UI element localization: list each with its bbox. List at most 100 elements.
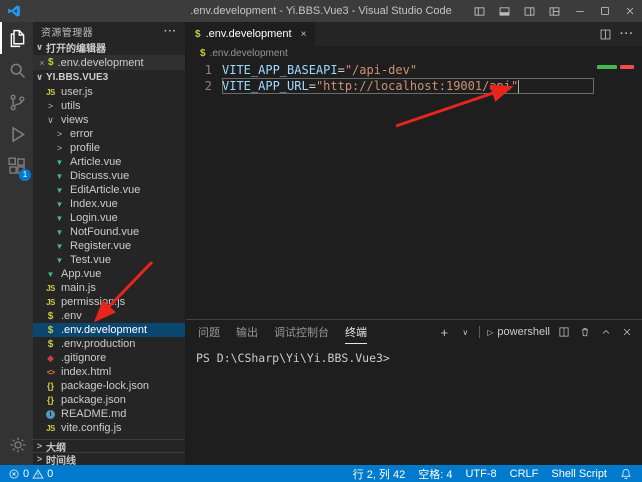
tree-item-label: .env bbox=[61, 310, 82, 322]
tree-item[interactable]: {} package.json bbox=[33, 393, 185, 407]
eol-selector[interactable]: CRLF bbox=[510, 468, 539, 480]
tree-item[interactable]: <> index.html bbox=[33, 365, 185, 379]
vue-icon: ▼ bbox=[56, 214, 64, 223]
split-terminal-icon[interactable] bbox=[557, 326, 571, 338]
open-editor-item[interactable]: × $ .env.development bbox=[33, 55, 185, 70]
tree-item[interactable]: ▼ Register.vue bbox=[33, 239, 185, 253]
tree-item[interactable]: > utils bbox=[33, 99, 185, 113]
code-line: 2 VITE_APP_URL="http://localhost:19001/a… bbox=[186, 78, 642, 94]
settings-gear-icon[interactable] bbox=[0, 429, 33, 461]
tree-item-label: Article.vue bbox=[70, 156, 121, 168]
vue-icon: ▼ bbox=[56, 242, 64, 251]
error-icon bbox=[8, 468, 20, 480]
sidebar-explorer: 资源管理器 ··· ∨ 打开的编辑器 × $ .env.development … bbox=[33, 22, 186, 465]
tree-item-label: Login.vue bbox=[70, 212, 118, 224]
split-editor-icon[interactable] bbox=[599, 28, 612, 41]
tree-item[interactable]: ▼ NotFound.vue bbox=[33, 225, 185, 239]
js-icon: JS bbox=[46, 424, 55, 433]
panel-tab[interactable]: 输出 bbox=[236, 320, 258, 344]
tree-item[interactable]: $ .env bbox=[33, 309, 185, 323]
encoding[interactable]: UTF-8 bbox=[465, 468, 496, 480]
search-icon[interactable] bbox=[0, 54, 33, 86]
run-debug-icon[interactable] bbox=[0, 118, 33, 150]
warning-count: 0 bbox=[47, 468, 53, 480]
sidebar-title: 资源管理器 bbox=[41, 24, 93, 39]
close-icon[interactable]: × bbox=[36, 58, 48, 68]
toggle-panel-icon[interactable] bbox=[492, 0, 517, 22]
env-icon: $ bbox=[195, 29, 201, 40]
chevron-down-icon[interactable]: ∨ bbox=[458, 328, 472, 337]
minimize-icon[interactable] bbox=[567, 0, 592, 22]
maximize-icon[interactable] bbox=[592, 0, 617, 22]
more-actions-icon[interactable]: ··· bbox=[620, 28, 634, 40]
env-icon: $ bbox=[48, 311, 54, 322]
source-control-icon[interactable] bbox=[0, 86, 33, 118]
tree-item[interactable]: JS vite.config.js bbox=[33, 421, 185, 435]
kill-terminal-icon[interactable] bbox=[578, 326, 592, 338]
tree-item[interactable]: $ .env.production bbox=[33, 337, 185, 351]
tree-item[interactable]: JS permission.js bbox=[33, 295, 185, 309]
maximize-panel-icon[interactable] bbox=[599, 326, 613, 338]
env-icon: $ bbox=[48, 325, 54, 336]
terminal-shell-selector[interactable]: ▷ powershell bbox=[487, 326, 550, 338]
tree-item[interactable]: > profile bbox=[33, 141, 185, 155]
language-mode[interactable]: Shell Script bbox=[551, 468, 607, 480]
customize-layout-icon[interactable] bbox=[542, 0, 567, 22]
terminal-shell-label: powershell bbox=[497, 326, 550, 338]
outline-section-header[interactable]: > 大纲 bbox=[33, 439, 185, 452]
tree-item[interactable]: ∨ views bbox=[33, 113, 185, 127]
toggle-secondary-sidebar-icon[interactable] bbox=[517, 0, 542, 22]
close-panel-icon[interactable] bbox=[620, 326, 634, 338]
tree-item[interactable]: $ .env.development bbox=[33, 323, 185, 337]
tree-item[interactable]: ◆ .gitignore bbox=[33, 351, 185, 365]
indentation[interactable]: 空格: 4 bbox=[418, 466, 452, 482]
editor-corner-decoration bbox=[597, 65, 634, 69]
problems-indicator[interactable]: 0 0 bbox=[8, 468, 53, 480]
panel-tab[interactable]: 调试控制台 bbox=[274, 320, 329, 344]
tree-item[interactable]: {} package-lock.json bbox=[33, 379, 185, 393]
panel-tab[interactable]: 问题 bbox=[198, 320, 220, 344]
tree-item[interactable]: JS user.js bbox=[33, 85, 185, 99]
tree-item[interactable]: ▼ App.vue bbox=[33, 267, 185, 281]
tree-item-label: permission.js bbox=[61, 296, 125, 308]
terminal-content[interactable]: PS D:\CSharp\Yi\Yi.BBS.Vue3> bbox=[186, 344, 642, 465]
env-icon: $ bbox=[48, 57, 54, 68]
timeline-label: 时间线 bbox=[46, 452, 76, 466]
tree-item-label: .env.development bbox=[61, 324, 147, 336]
editor-tab[interactable]: $ .env.development × bbox=[186, 22, 316, 46]
new-terminal-icon[interactable]: + bbox=[437, 325, 451, 340]
tree-item[interactable]: ▼ Login.vue bbox=[33, 211, 185, 225]
explorer-icon[interactable] bbox=[0, 22, 33, 54]
close-tab-icon[interactable]: × bbox=[301, 29, 307, 40]
cursor-position[interactable]: 行 2, 列 42 bbox=[353, 466, 406, 482]
tree-item[interactable]: ▼ Test.vue bbox=[33, 253, 185, 267]
js-icon: JS bbox=[46, 298, 55, 307]
tree-item[interactable]: ▼ Discuss.vue bbox=[33, 169, 185, 183]
notifications-bell-icon[interactable] bbox=[620, 468, 632, 480]
chevron-right-icon: > bbox=[57, 129, 62, 139]
toggle-sidebar-icon[interactable] bbox=[467, 0, 492, 22]
tree-item[interactable]: ▼ Article.vue bbox=[33, 155, 185, 169]
more-actions-icon[interactable]: ··· bbox=[164, 26, 177, 37]
project-root-header[interactable]: ∨ YI.BBS.VUE3 bbox=[33, 70, 185, 85]
close-window-icon[interactable] bbox=[617, 0, 642, 22]
editor-code-area[interactable]: 1 VITE_APP_BASEAPI="/api-dev" 2 VITE_APP… bbox=[186, 61, 642, 319]
tree-item[interactable]: > error bbox=[33, 127, 185, 141]
tree-item[interactable]: i README.md bbox=[33, 407, 185, 421]
git-icon: ◆ bbox=[47, 353, 54, 364]
json-icon: {} bbox=[47, 395, 54, 405]
panel-tab[interactable]: 终端 bbox=[345, 320, 367, 344]
tree-item[interactable]: JS main.js bbox=[33, 281, 185, 295]
extensions-icon[interactable]: 1 bbox=[0, 150, 33, 182]
tree-item[interactable]: ▼ EditArticle.vue bbox=[33, 183, 185, 197]
tree-item[interactable]: ▼ Index.vue bbox=[33, 197, 185, 211]
tree-item-label: index.html bbox=[61, 366, 111, 378]
bottom-panel: 问题 输出 调试控制台 终端 + ∨ ▷ powershell bbox=[186, 319, 642, 465]
timeline-section-header[interactable]: > 时间线 bbox=[33, 452, 185, 465]
open-editors-header[interactable]: ∨ 打开的编辑器 bbox=[33, 40, 185, 55]
chevron-right-icon: > bbox=[33, 441, 46, 451]
vue-icon: ▼ bbox=[56, 228, 64, 237]
breadcrumb[interactable]: $ .env.development bbox=[186, 46, 642, 61]
equals-sign: = bbox=[309, 79, 316, 93]
extensions-badge: 1 bbox=[19, 169, 31, 181]
